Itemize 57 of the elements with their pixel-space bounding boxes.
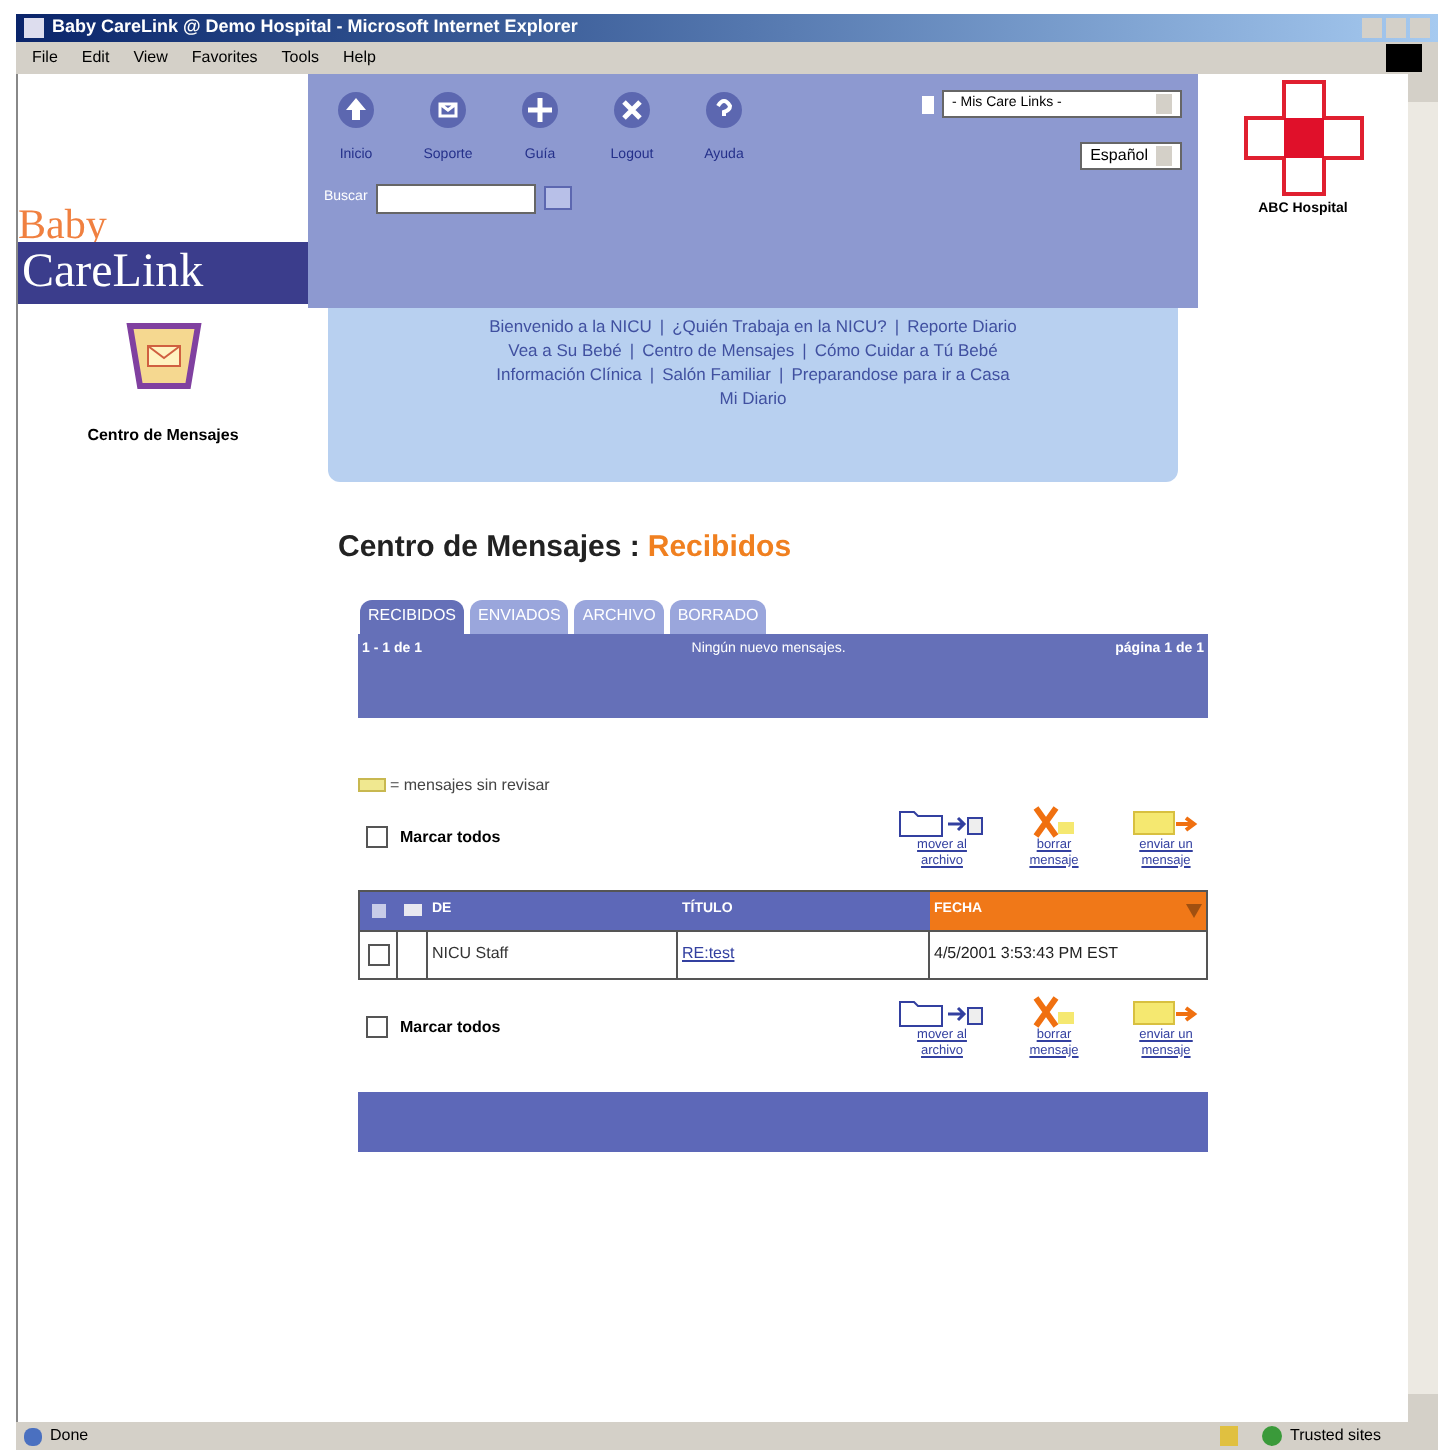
delete-x-icon[interactable] bbox=[1032, 805, 1076, 837]
link-separator: | bbox=[659, 314, 665, 338]
folder-tab[interactable]: RECIBIDOS bbox=[360, 599, 465, 633]
language-dropdown[interactable]: Español bbox=[1080, 142, 1182, 170]
nav-link[interactable]: Preparandose para ir a Casa bbox=[791, 362, 1010, 386]
nav-link[interactable]: Bienvenido a la NICU bbox=[489, 314, 652, 338]
link-separator: | bbox=[649, 362, 655, 386]
folder-icon[interactable] bbox=[898, 995, 986, 1027]
zone-text: Trusted sites bbox=[1290, 1424, 1383, 1448]
page-heading: Centro de Mensajes : bbox=[338, 528, 640, 568]
home-icon[interactable] bbox=[336, 90, 376, 130]
nav-link[interactable]: ¿Quién Trabaja en la NICU? bbox=[672, 314, 887, 338]
sidebar-label[interactable]: Centro de Mensajes bbox=[87, 424, 239, 448]
menu-item[interactable]: View bbox=[133, 46, 168, 70]
menu-item[interactable]: Favorites bbox=[191, 46, 258, 70]
checkbox[interactable] bbox=[366, 826, 388, 848]
link-separator: | bbox=[629, 338, 635, 362]
link-separator: | bbox=[802, 338, 807, 362]
search-field[interactable] bbox=[375, 183, 536, 213]
legend-text: = mensajes sin revisar bbox=[390, 773, 550, 797]
nav-link[interactable]: Salón Familiar bbox=[662, 362, 771, 386]
send-envelope-icon[interactable] bbox=[1132, 995, 1200, 1027]
menu-item[interactable]: File bbox=[32, 46, 58, 70]
nav-link[interactable]: Mi Diario bbox=[719, 386, 787, 410]
table-cell: NICU Staff bbox=[428, 931, 678, 977]
mark-all-label[interactable]: Marcar todos bbox=[400, 825, 501, 849]
folder-icon[interactable] bbox=[898, 805, 986, 837]
guide-icon[interactable] bbox=[520, 90, 560, 130]
delete-x-icon[interactable] bbox=[1032, 995, 1076, 1027]
checkbox[interactable] bbox=[366, 1016, 388, 1038]
support-icon[interactable] bbox=[428, 90, 468, 130]
send-envelope-icon[interactable] bbox=[1132, 805, 1200, 837]
baby-logo-text: Baby bbox=[18, 206, 109, 242]
cross-logo bbox=[1243, 80, 1363, 196]
link-separator: | bbox=[778, 362, 784, 386]
message-center-icon[interactable] bbox=[123, 320, 203, 392]
nav-link[interactable]: Cómo Cuidar a Tú Bebé bbox=[814, 338, 998, 362]
message-title-link[interactable]: RE:test bbox=[682, 942, 735, 966]
checkbox[interactable] bbox=[367, 943, 389, 965]
nav-link[interactable]: Centro de Mensajes bbox=[642, 338, 795, 362]
folder-name: Recibidos bbox=[647, 528, 792, 568]
carelink-logo-banner: CareLink bbox=[18, 242, 308, 304]
nav-link[interactable]: Vea a Su Bebé bbox=[508, 338, 622, 362]
mark-all-label[interactable]: Marcar todos bbox=[400, 1015, 501, 1039]
nav-link[interactable]: Información Clínica bbox=[496, 362, 642, 386]
zone-icon bbox=[1262, 1426, 1282, 1446]
help-icon[interactable] bbox=[704, 90, 744, 130]
nav-link[interactable]: Reporte Diario bbox=[907, 314, 1017, 338]
unread-envelope-icon bbox=[358, 778, 386, 792]
menu-item[interactable]: Tools bbox=[281, 46, 319, 70]
menu-item[interactable]: Help bbox=[342, 46, 376, 70]
table-cell-text: 4/5/2001 3:53:43 PM EST bbox=[932, 942, 1121, 966]
logout-icon[interactable] bbox=[612, 90, 652, 130]
status-text: Done bbox=[50, 1424, 89, 1448]
link-separator: | bbox=[894, 314, 900, 338]
window-title: Baby CareLink @ Demo Hospital - Microsoft Internet Explorer bbox=[52, 14, 578, 41]
menu-item[interactable]: Edit bbox=[81, 46, 110, 70]
